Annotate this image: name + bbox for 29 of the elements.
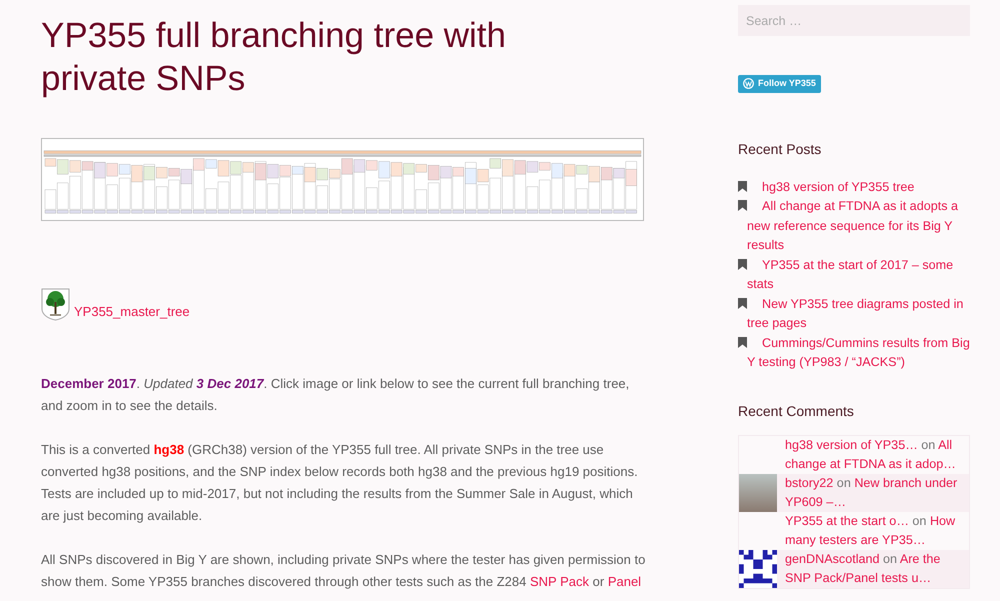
paragraph: December 2017. Updated 3 Dec 2017. Click image or link below to see the current full branching tree, and zoom in to see the details. xyxy=(41,375,630,415)
post-link[interactable]: hg38 version of YP355 tree xyxy=(738,178,970,198)
paragraph: All SNPs discovered in Big Y are shown, including private SNPs where the tester has given permission to show them. Some YP355 branches discovered through other tests such as the Z284 SNP Pack or Panel xyxy=(41,551,646,591)
text-link[interactable]: SNP Pack xyxy=(530,574,590,589)
post-link[interactable]: YP355 at the start of 2017 – some stats xyxy=(738,256,970,295)
search-field[interactable]: Search … xyxy=(738,5,970,36)
paragraph: This is a converted hg38 (GRCh38) version of the YP355 full tree. All private SNPs in the tree use converted hg38 positions, and the SNP index below records both hg38 and the previous hg19 positions. Tests are included up to mid-2017, but not including the results from the Summer Sale in August, which are just becoming available. xyxy=(41,441,639,525)
post-link[interactable]: New YP355 tree diagrams posted in tree pages xyxy=(738,294,970,334)
section-heading: Recent Comments xyxy=(738,402,855,420)
comment-text: hg38 version of YP35… on All change at FTDNA as it adop… xyxy=(785,437,957,474)
attachment-link[interactable]: YP355_master_tree xyxy=(74,302,190,321)
avatar-pattern-icon xyxy=(739,550,777,588)
post-link[interactable]: All change at FTDNA as it adopts a new reference sequence for its Big Y results xyxy=(738,197,970,256)
bookmark-icon xyxy=(738,336,747,348)
comment-text: bstory22 on New branch under YP609 –… xyxy=(785,475,958,512)
bookmark-icon xyxy=(738,180,747,192)
logo-icon xyxy=(743,78,754,90)
post-link[interactable]: Cummings/Cummins results from Big Y testing (YP983 / “JACKS”) xyxy=(738,334,970,373)
bookmark-icon xyxy=(738,298,747,309)
photo-placeholder xyxy=(739,474,777,512)
comment-text: YP355 at the start o… on How many testers are YP35… xyxy=(785,513,956,550)
section-heading: Recent Posts xyxy=(738,140,822,158)
follow-button[interactable]: Follow YP355 xyxy=(738,75,821,92)
page-title: YP355 full branching tree with private SNPs xyxy=(41,15,507,100)
comment-text: genDNAscotland on Are the SNP Pack/Panel tests u… xyxy=(785,551,942,588)
text-link[interactable]: Panel xyxy=(608,574,642,589)
bookmark-icon xyxy=(738,200,747,212)
tree-icon[interactable] xyxy=(41,288,70,321)
bookmark-icon xyxy=(738,258,747,270)
